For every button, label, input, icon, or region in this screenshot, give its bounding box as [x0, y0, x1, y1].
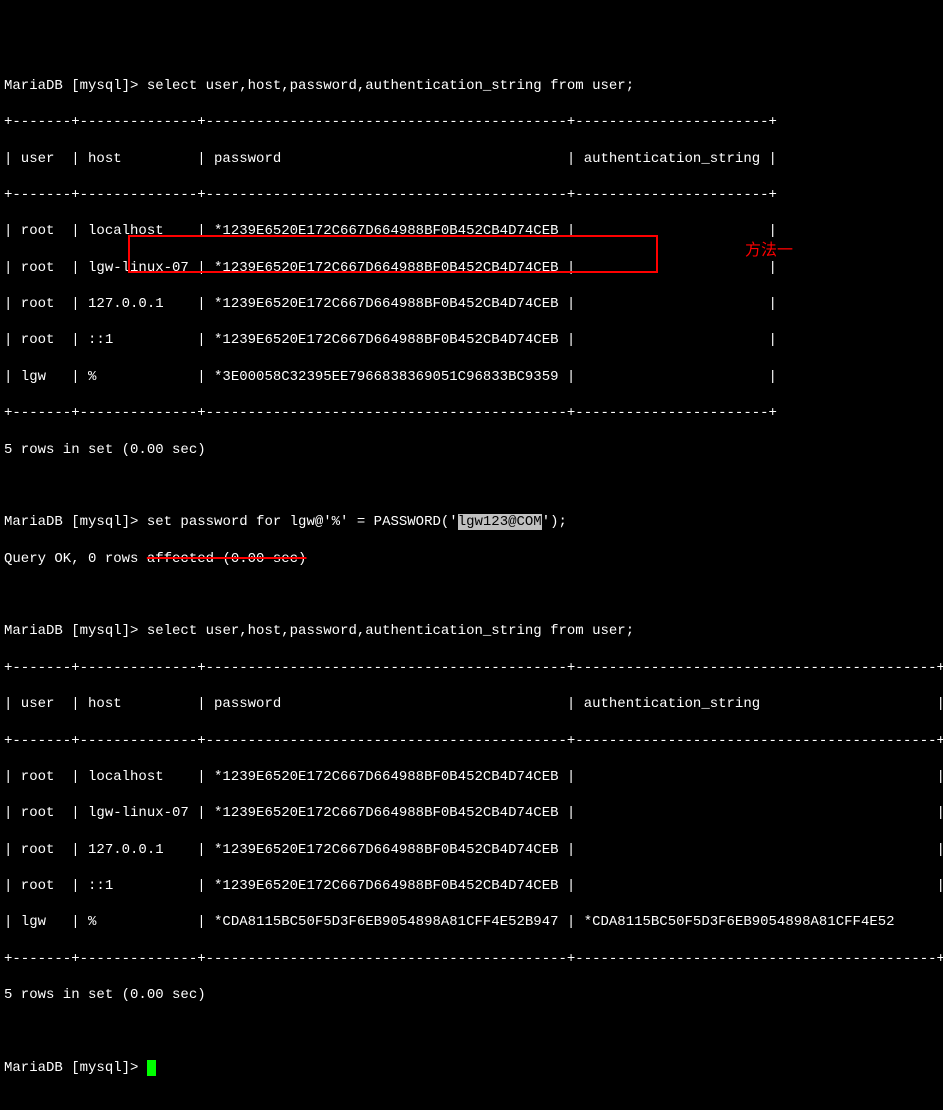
terminal-line[interactable]: MariaDB [mysql]> set password for lgw@'%…	[4, 513, 943, 531]
table-row: | root | localhost | *1239E6520E172C667D…	[4, 768, 943, 786]
table-header: | user | host | password | authenticatio…	[4, 150, 943, 168]
table-row: | root | ::1 | *1239E6520E172C667D664988…	[4, 877, 943, 895]
sql-query: select user,host,password,authentication…	[147, 78, 634, 94]
blank-line	[4, 477, 943, 495]
prompt: MariaDB [mysql]>	[4, 623, 147, 639]
table-row: | lgw | % | *3E00058C32395EE796683836905…	[4, 368, 943, 386]
row-count: 5 rows in set (0.00 sec)	[4, 441, 943, 459]
sql-command-part: set password for lgw@'%' = PASSWORD('	[147, 514, 458, 530]
table-header: | user | host | password | authenticatio…	[4, 695, 943, 713]
table-border: +-------+--------------+----------------…	[4, 186, 943, 204]
table-row: | root | 127.0.0.1 | *1239E6520E172C667D…	[4, 841, 943, 859]
terminal-line[interactable]: MariaDB [mysql]> select user,host,passwo…	[4, 77, 943, 95]
terminal-line[interactable]: MariaDB [mysql]>	[4, 1059, 943, 1077]
blank-line	[4, 1023, 943, 1041]
table-border: +-------+--------------+----------------…	[4, 659, 943, 677]
table-row: | lgw | % | *CDA8115BC50F5D3F6EB9054898A…	[4, 913, 943, 931]
blank-line	[4, 586, 943, 604]
prompt: MariaDB [mysql]>	[4, 1060, 147, 1076]
table-row: | root | lgw-linux-07 | *1239E6520E172C6…	[4, 259, 943, 277]
struck-text: affected (0.00 sec)	[147, 551, 307, 567]
table-border: +-------+--------------+----------------…	[4, 950, 943, 968]
query-ok: Query OK, 0 rows affected (0.00 sec)	[4, 550, 943, 568]
table-row: | root | ::1 | *1239E6520E172C667D664988…	[4, 331, 943, 349]
table-border: +-------+--------------+----------------…	[4, 113, 943, 131]
row-count: 5 rows in set (0.00 sec)	[4, 986, 943, 1004]
prompt: MariaDB [mysql]>	[4, 78, 147, 94]
sql-command-part: ');	[542, 514, 567, 530]
table-border: +-------+--------------+----------------…	[4, 732, 943, 750]
table-row: | root | 127.0.0.1 | *1239E6520E172C667D…	[4, 295, 943, 313]
terminal-line[interactable]: MariaDB [mysql]> select user,host,passwo…	[4, 622, 943, 640]
table-row: | root | lgw-linux-07 | *1239E6520E172C6…	[4, 804, 943, 822]
prompt: MariaDB [mysql]>	[4, 514, 147, 530]
selected-text: lgw123@COM	[458, 514, 542, 530]
cursor	[147, 1060, 156, 1076]
sql-query: select user,host,password,authentication…	[147, 623, 634, 639]
table-row: | root | localhost | *1239E6520E172C667D…	[4, 222, 943, 240]
annotation-label: 方法一	[745, 241, 793, 262]
table-border: +-------+--------------+----------------…	[4, 404, 943, 422]
